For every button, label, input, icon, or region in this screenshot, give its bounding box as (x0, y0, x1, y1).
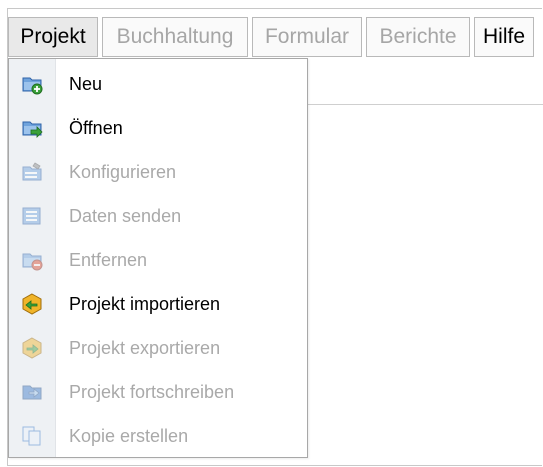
menu-item-label: Konfigurieren (69, 161, 177, 182)
menu-item-label: Projekt exportieren (69, 337, 221, 358)
configure-icon (21, 161, 43, 183)
menu-item-neu[interactable]: Neu (9, 62, 307, 106)
menu-item-projekt-exportieren[interactable]: Projekt exportieren (9, 326, 307, 370)
menu-item-label: Kopie erstellen (69, 425, 189, 446)
menu-item-label: Entfernen (69, 249, 148, 270)
export-icon (21, 337, 43, 359)
send-data-icon (21, 205, 43, 227)
menu-item-konfigurieren[interactable]: Konfigurieren (9, 150, 307, 194)
import-icon (21, 293, 43, 315)
folder-remove-icon (21, 249, 43, 271)
content-divider (308, 104, 543, 105)
menu-item-projekt-fortschreiben[interactable]: Projekt fortschreiben (9, 370, 307, 414)
menu-hilfe[interactable]: Hilfe (474, 17, 534, 57)
menu-formular[interactable]: Formular (252, 17, 362, 57)
menu-item-label: Projekt importieren (69, 293, 221, 314)
menu-item-label: Projekt fortschreiben (69, 381, 235, 402)
menu-item-daten-senden[interactable]: Daten senden (9, 194, 307, 238)
projekt-dropdown-menu: Neu Öffnen Konfigurieren Daten senden En… (8, 58, 308, 458)
menu-item-label: Daten senden (69, 205, 182, 226)
menu-item-kopie-erstellen[interactable]: Kopie erstellen (9, 414, 307, 458)
folder-forward-icon (21, 381, 43, 403)
menu-item-entfernen[interactable]: Entfernen (9, 238, 307, 282)
folder-new-icon (21, 73, 43, 95)
menu-item-label: Öffnen (69, 117, 123, 138)
menu-item-oeffnen[interactable]: Öffnen (9, 106, 307, 150)
menu-item-label: Neu (69, 73, 103, 94)
folder-open-icon (21, 117, 43, 139)
menubar: Projekt Buchhaltung Formular Berichte Hi… (8, 9, 538, 59)
menu-projekt[interactable]: Projekt (8, 17, 98, 57)
menu-item-projekt-importieren[interactable]: Projekt importieren (9, 282, 307, 326)
menu-buchhaltung[interactable]: Buchhaltung (102, 17, 248, 57)
copy-icon (21, 425, 43, 447)
menu-berichte[interactable]: Berichte (366, 17, 470, 57)
